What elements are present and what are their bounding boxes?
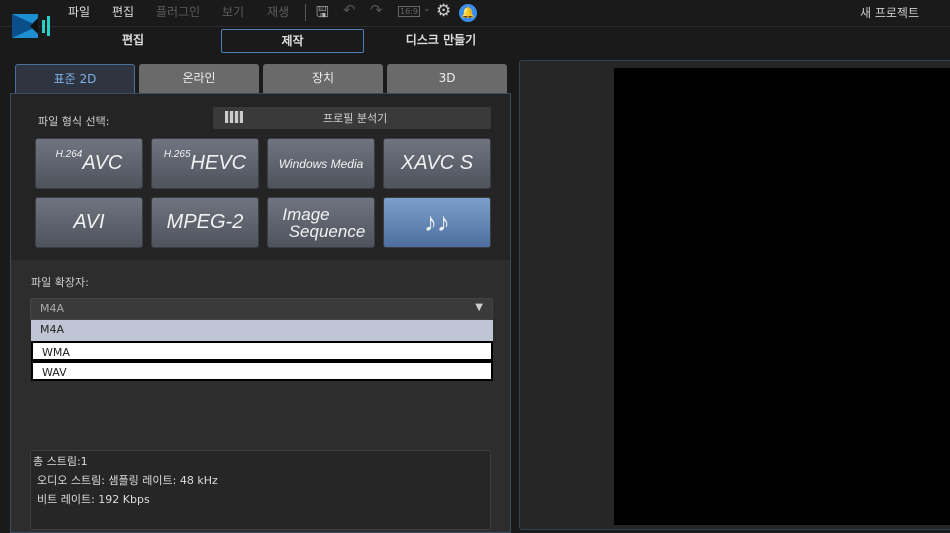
extension-selected: M4A <box>40 302 65 315</box>
app-logo <box>12 12 52 40</box>
menu-plugin[interactable]: 플러그인 <box>156 3 200 20</box>
tab-standard-2d[interactable]: 표준 2D <box>15 64 135 94</box>
mode-tab-disc[interactable]: 디스크 만들기 <box>380 29 502 53</box>
settings-icon[interactable]: ⚙ <box>436 1 451 21</box>
format-hevc-button[interactable]: H.265 HEVC <box>151 138 259 189</box>
project-title: 새 프로젝트 <box>860 6 920 20</box>
info-total-streams: 총 스트림:1 <box>33 455 88 468</box>
info-audio-stream: 오디오 스트림: 샘플링 레이트: 48 kHz <box>37 474 218 487</box>
notification-bell-icon[interactable]: 🔔 <box>459 4 477 22</box>
extension-option-wma[interactable]: WMA <box>31 341 493 361</box>
dropdown-arrow-icon: ▼ <box>475 302 483 313</box>
format-avc-button[interactable]: H.264 AVC <box>35 138 143 189</box>
format-image-sequence-button[interactable]: Image Sequence <box>267 197 375 248</box>
save-icon[interactable]: 🖫 <box>316 2 329 27</box>
tab-device[interactable]: 장치 <box>263 64 383 94</box>
menu-view[interactable]: 보기 <box>222 3 244 20</box>
profile-analyzer-button[interactable]: 프로필 분석기 <box>213 107 491 129</box>
format-audio-button[interactable]: ♪♪ <box>383 197 491 248</box>
format-windows-media-button[interactable]: Windows Media <box>267 138 375 189</box>
image-label: Image <box>282 204 330 224</box>
mode-tab-edit[interactable]: 편집 <box>80 29 186 53</box>
profile-analyzer-label: 프로필 분석기 <box>323 112 388 125</box>
extension-option-wav[interactable]: WAV <box>31 361 493 381</box>
hevc-label: HEVC <box>190 152 247 174</box>
music-notes-icon: ♪♪ <box>424 207 450 237</box>
info-bitrate: 비트 레이트: 192 Kbps <box>37 493 150 506</box>
redo-icon[interactable]: ↷ <box>370 1 383 19</box>
chevron-down-icon[interactable]: ⌄ <box>423 4 431 14</box>
format-xavc-s-button[interactable]: XAVC S <box>383 138 491 189</box>
undo-icon[interactable]: ↶ <box>343 1 356 19</box>
avc-label: AVC <box>82 152 123 174</box>
mode-tab-produce[interactable]: 제작 <box>221 29 364 53</box>
hevc-version: H.265 <box>163 149 191 160</box>
extension-option-m4a[interactable]: M4A <box>31 320 493 341</box>
menu-playback[interactable]: 재생 <box>267 3 289 20</box>
film-icon <box>225 111 243 123</box>
format-avi-button[interactable]: AVI <box>35 197 143 248</box>
menu-divider <box>305 4 306 21</box>
aspect-ratio-button[interactable]: 16:9 <box>398 6 420 17</box>
extension-label: 파일 확장자: <box>31 276 89 289</box>
sequence-label: Sequence <box>288 221 366 241</box>
menu-file[interactable]: 파일 <box>68 3 90 20</box>
stream-info-box: 총 스트림:1 오디오 스트림: 샘플링 레이트: 48 kHz 비트 레이트:… <box>30 450 491 530</box>
format-select-label: 파일 형식 선택: <box>38 115 110 128</box>
extension-dropdown[interactable]: M4A ▼ <box>30 298 493 320</box>
video-preview <box>614 68 950 525</box>
menu-edit[interactable]: 편집 <box>112 3 134 20</box>
avc-version: H.264 <box>55 149 83 160</box>
format-mpeg2-button[interactable]: MPEG-2 <box>151 197 259 248</box>
tab-3d[interactable]: 3D <box>387 64 507 94</box>
tab-online[interactable]: 온라인 <box>139 64 259 94</box>
